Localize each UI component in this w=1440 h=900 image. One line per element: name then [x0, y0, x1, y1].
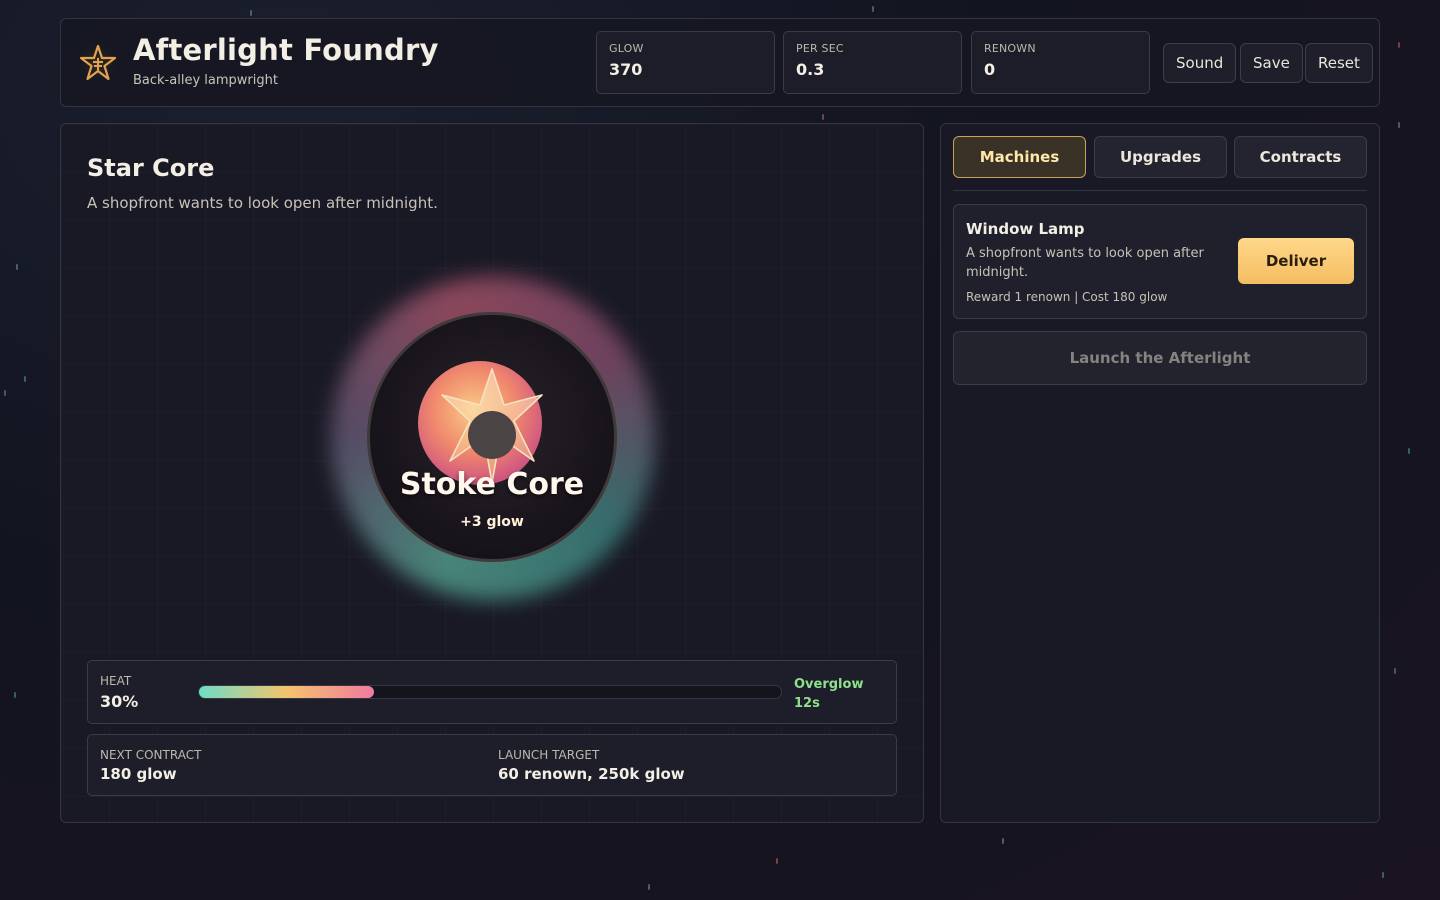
stat-per-sec-value: 0.3 [796, 60, 825, 79]
app-title: Afterlight Foundry [133, 33, 439, 67]
stoke-core-button[interactable]: Stoke Core +3 glow [367, 312, 617, 562]
stat-renown-value: 0 [984, 60, 996, 79]
contract-name: Window Lamp [966, 220, 1085, 238]
side-panel: Machines Upgrades Contracts Window Lamp … [940, 123, 1380, 823]
app-subtitle: Back-alley lampwright [133, 73, 278, 88]
star-burst-icon [441, 368, 543, 484]
next-contract-value: 180 glow [100, 765, 177, 783]
launch-target-label: LAUNCH TARGET [498, 748, 600, 762]
star-core-panel: Star Core A shopfront wants to look open… [60, 123, 924, 823]
heat-value: 30% [100, 692, 139, 711]
deliver-button[interactable]: Deliver [1238, 238, 1354, 284]
heat-meter: HEAT 30% Overglow 12s [87, 660, 897, 724]
targets-info: NEXT CONTRACT 180 glow LAUNCH TARGET 60 … [87, 734, 897, 796]
star-logo-icon [77, 42, 119, 84]
stat-glow-value: 370 [609, 60, 643, 79]
overglow-status: Overglow 12s [794, 675, 863, 713]
launch-target-value: 60 renown, 250k glow [498, 765, 685, 783]
top-bar: Afterlight Foundry Back-alley lampwright… [60, 18, 1380, 107]
stat-glow: GLOW 370 [596, 31, 775, 94]
overglow-label: Overglow [794, 677, 864, 692]
stoke-core-gain: +3 glow [460, 514, 524, 530]
tab-upgrades[interactable]: Upgrades [1094, 136, 1227, 178]
sound-button[interactable]: Sound [1163, 43, 1237, 83]
heat-bar-track [198, 685, 782, 699]
stoke-core-label: Stoke Core [399, 467, 585, 502]
contract-card: Window Lamp A shopfront wants to look op… [953, 204, 1367, 319]
contract-meta: Reward 1 renown | Cost 180 glow [966, 290, 1168, 304]
heat-label: HEAT [100, 674, 132, 688]
tab-machines[interactable]: Machines [953, 136, 1086, 178]
launch-afterlight-button[interactable]: Launch the Afterlight [953, 331, 1367, 385]
stat-per-sec: PER SEC 0.3 [783, 31, 962, 94]
contract-description: A shopfront wants to look open after mid… [966, 246, 1204, 280]
save-button[interactable]: Save [1240, 43, 1303, 83]
stat-renown-label: RENOWN [984, 42, 1036, 55]
stat-renown: RENOWN 0 [971, 31, 1150, 94]
stat-per-sec-label: PER SEC [796, 42, 844, 55]
tab-bar: Machines Upgrades Contracts [953, 136, 1367, 191]
reset-button[interactable]: Reset [1305, 43, 1373, 83]
panel-title: Star Core [87, 154, 215, 182]
next-contract-label: NEXT CONTRACT [100, 748, 202, 762]
tab-contracts[interactable]: Contracts [1234, 136, 1367, 178]
stat-glow-label: GLOW [609, 42, 644, 55]
heat-bar-fill [199, 686, 374, 698]
panel-description: A shopfront wants to look open after mid… [87, 194, 438, 212]
overglow-timer: 12s [794, 696, 820, 711]
